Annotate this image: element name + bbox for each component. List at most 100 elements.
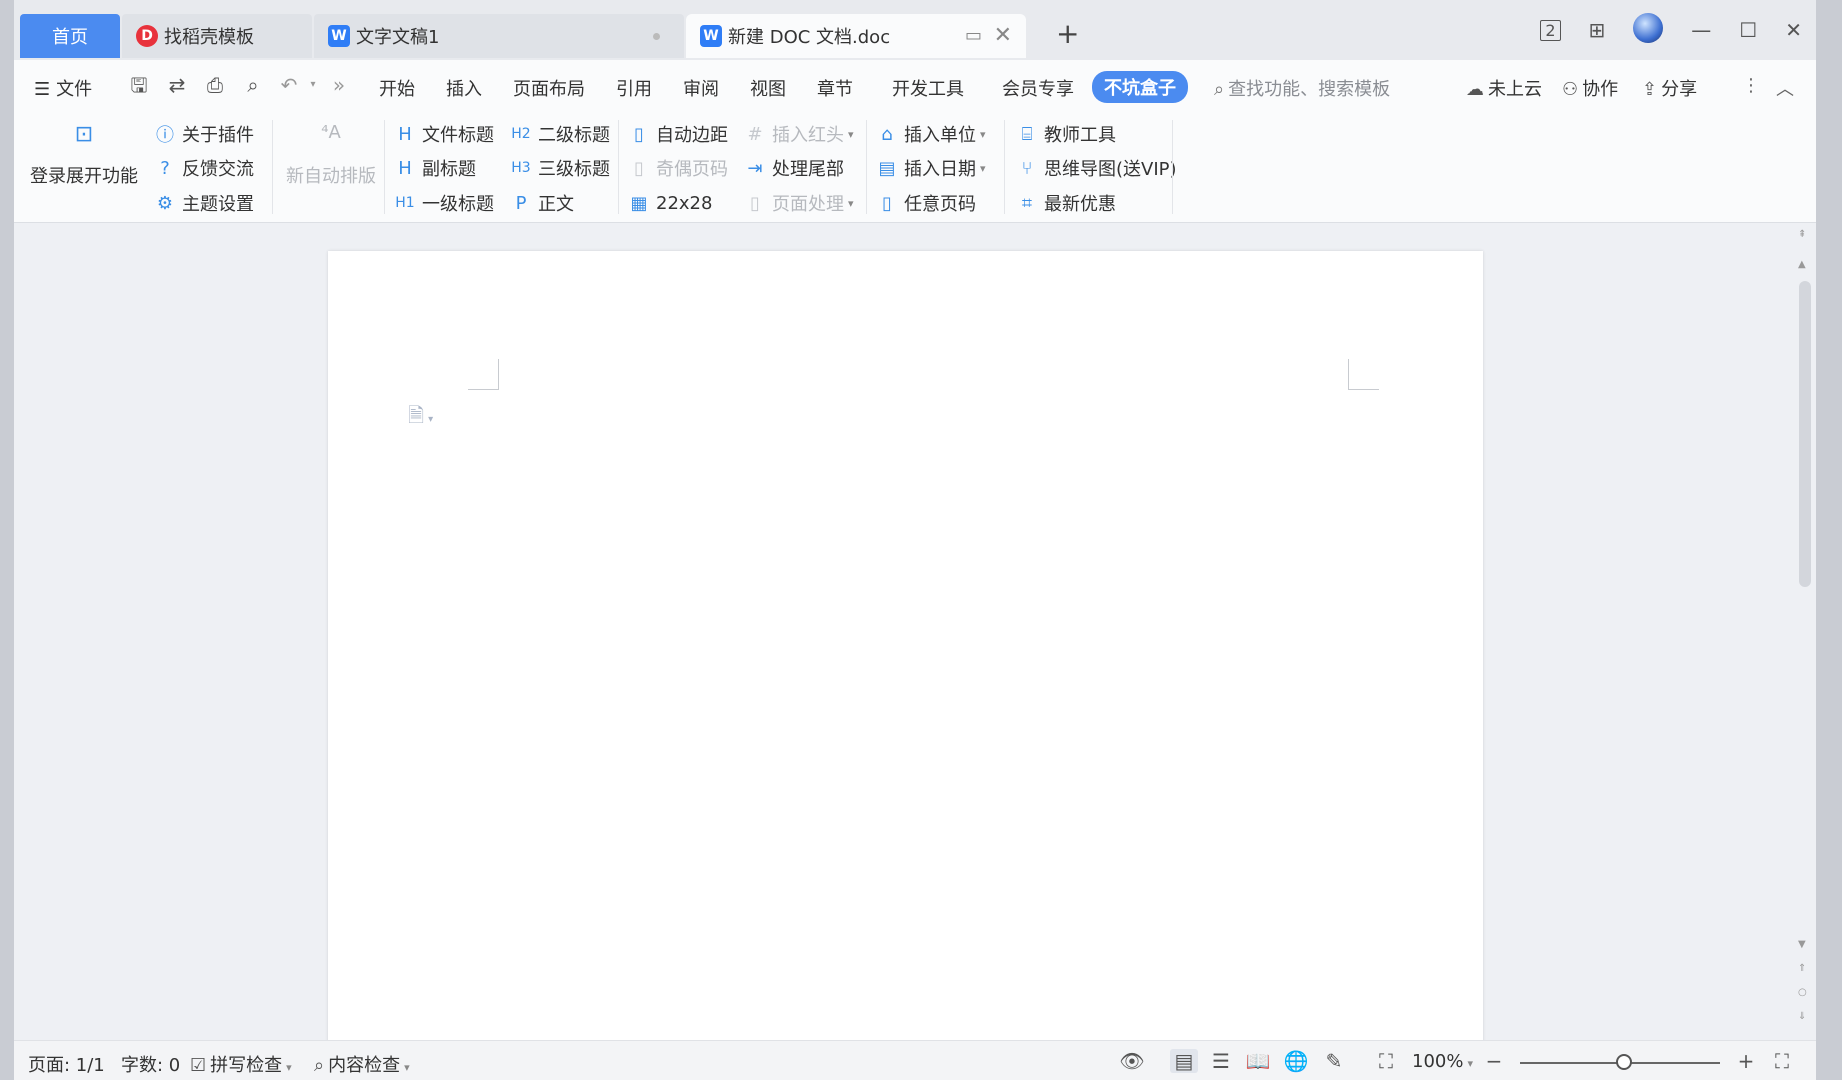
content-check-button[interactable]: ⌕ 内容检查 ▾ [314, 1051, 410, 1077]
tab-home[interactable]: 首页 [20, 14, 120, 58]
grid-22x28-button[interactable]: ▦ 22x28 [628, 190, 712, 216]
tab-home-label: 首页 [52, 27, 88, 48]
select-browse-icon[interactable]: ○ [1798, 987, 1807, 998]
tab-active-document[interactable]: W 新建 DOC 文档.doc ▭ ✕ [686, 14, 1026, 58]
prev-page-icon[interactable]: ⇑ [1798, 963, 1806, 974]
zoom-level-dropdown[interactable]: 100% ▾ [1412, 1051, 1473, 1072]
odd-even-page-label: 奇偶页码 [656, 159, 728, 180]
page-process-button[interactable]: ▯ 页面处理 ▾ [744, 190, 853, 216]
login-expand-label: 登录展开功能 [30, 166, 138, 187]
theme-settings-button[interactable]: ⚙ 主题设置 [154, 190, 254, 216]
print-preview-icon[interactable]: ⌕ [240, 72, 266, 98]
undo-dropdown-icon[interactable]: ▾ [300, 72, 326, 98]
odd-even-page-button[interactable]: ▯ 奇偶页码 [628, 155, 728, 181]
close-tab-icon[interactable]: ✕ [994, 23, 1012, 48]
about-plugin-button[interactable]: ⓘ 关于插件 [154, 121, 254, 147]
any-page-number-button[interactable]: ▯ 任意页码 [876, 190, 976, 216]
maximize-icon[interactable]: ☐ [1739, 18, 1757, 42]
file-menu-button[interactable]: ☰ 文件 [34, 75, 92, 101]
avatar[interactable] [1633, 12, 1664, 48]
page-indicator[interactable]: 页面: 1/1 [28, 1051, 105, 1077]
insert-date-button[interactable]: ▤ 插入日期 ▾ [876, 155, 985, 181]
zoom-out-icon[interactable]: − [1480, 1049, 1508, 1073]
auto-margin-button[interactable]: ▯ 自动边距 [628, 121, 728, 147]
wps-writer-icon: W [328, 25, 350, 47]
web-layout-icon[interactable]: 🌐 [1282, 1049, 1310, 1073]
login-expand-button[interactable]: ⊡ 登录展开功能 [29, 122, 139, 188]
menu-member[interactable]: 会员专享 [1002, 75, 1074, 101]
next-page-icon[interactable]: ⇓ [1798, 1011, 1806, 1022]
heading-3-button[interactable]: H3 三级标题 [510, 155, 610, 181]
collapse-ribbon-icon[interactable]: ︿ [1776, 75, 1794, 101]
search-box[interactable]: ⌕ 查找功能、搜索模板 [1214, 75, 1390, 101]
insert-unit-button[interactable]: ⌂ 插入单位 ▾ [876, 121, 985, 147]
heading-2-button[interactable]: H2 二级标题 [510, 121, 610, 147]
scroll-down-icon[interactable]: ▼ [1798, 939, 1806, 950]
body-text-button[interactable]: P 正文 [510, 190, 574, 216]
share-button[interactable]: ⇪ 分享 [1642, 75, 1697, 101]
paragraph-p-icon: P [515, 192, 527, 214]
document-icon: ▯ [634, 123, 644, 145]
reading-mode-icon[interactable]: 📖 [1244, 1049, 1272, 1073]
menu-start[interactable]: 开始 [379, 75, 415, 101]
menu-insert[interactable]: 插入 [446, 75, 482, 101]
margin-corner-marker [1348, 359, 1379, 390]
menu-page-layout[interactable]: 页面布局 [513, 75, 585, 101]
scroll-up-icon[interactable]: ▲ [1798, 259, 1806, 270]
writing-mode-icon[interactable]: ✎ [1320, 1049, 1348, 1073]
gear-icon: ⚙ [156, 192, 174, 214]
vertical-scrollbar[interactable]: ⇞ ▲ ▼ ⇑ ○ ⇓ [1794, 223, 1816, 1040]
fullscreen-icon[interactable]: ⛶ [1768, 1049, 1796, 1073]
word-count[interactable]: 字数: 0 [121, 1051, 180, 1077]
menu-view[interactable]: 视图 [750, 75, 786, 101]
collaborate-icon: ⚇ [1562, 79, 1579, 100]
tab-docer-templates[interactable]: D 找稻壳模板 [122, 14, 312, 58]
collaborate-label: 协作 [1582, 79, 1619, 100]
feedback-button[interactable]: ? 反馈交流 [154, 155, 254, 181]
scrollbar-thumb[interactable] [1799, 281, 1811, 587]
pin-window-icon[interactable]: ▭ [965, 25, 982, 46]
file-title-button[interactable]: H 文件标题 [394, 121, 494, 147]
undo-icon[interactable]: ↶ [276, 72, 302, 98]
minimize-icon[interactable]: — [1691, 18, 1711, 42]
latest-offer-button[interactable]: ⌗ 最新优惠 [1016, 190, 1116, 216]
more-quick-icon[interactable]: » [326, 72, 352, 98]
insert-date-label: 插入日期 [904, 159, 976, 180]
teacher-tools-button[interactable]: ⌸ 教师工具 [1016, 121, 1116, 147]
cloud-button[interactable]: ☁ 未上云 [1466, 75, 1542, 101]
mindmap-button[interactable]: ⑂ 思维导图(送VIP) [1016, 155, 1177, 181]
auto-layout-button[interactable]: ⁴A 新自动排版 [276, 122, 386, 188]
print-icon[interactable]: ⎙ [202, 72, 228, 98]
insert-redhead-button[interactable]: # 插入红头 ▾ [744, 121, 853, 147]
menu-references[interactable]: 引用 [616, 75, 652, 101]
export-pdf-icon[interactable]: ⇄ [164, 72, 190, 98]
subtitle-button[interactable]: H 副标题 [394, 155, 476, 181]
document-page[interactable]: 🗎 ▾ [328, 251, 1483, 1051]
paragraph-menu-icon[interactable]: 🗎 ▾ [408, 401, 433, 435]
menu-developer[interactable]: 开发工具 [892, 75, 964, 101]
zoom-level-label: 100% [1412, 1051, 1464, 1072]
heading-1-button[interactable]: H1 一级标题 [394, 190, 494, 216]
save-icon[interactable]: 🖫 [126, 72, 152, 98]
menu-chapter[interactable]: 章节 [817, 75, 853, 101]
more-menu-icon[interactable]: ⋮ [1742, 75, 1760, 96]
zoom-in-icon[interactable]: + [1732, 1049, 1760, 1073]
zoom-slider-knob[interactable] [1616, 1054, 1632, 1070]
menu-bukeng-box[interactable]: 不坑盒子 [1092, 71, 1188, 103]
tab-active-label: 新建 DOC 文档.doc [728, 27, 891, 48]
spell-check-button[interactable]: ☑ 拼写检查 ▾ [190, 1051, 292, 1077]
outline-view-icon[interactable]: ☰ [1207, 1049, 1235, 1073]
eye-protection-icon[interactable]: 👁 [1118, 1049, 1146, 1073]
scroll-top-icon[interactable]: ⇞ [1798, 229, 1806, 240]
collaborate-button[interactable]: ⚇ 协作 [1562, 75, 1618, 101]
menu-review[interactable]: 审阅 [683, 75, 719, 101]
tab-document-1[interactable]: W 文字文稿1 [314, 14, 684, 58]
arrow-to-end-icon: ⇥ [747, 157, 763, 179]
page-view-icon[interactable]: ▤ [1170, 1049, 1198, 1073]
close-window-icon[interactable]: ✕ [1785, 18, 1802, 42]
apps-grid-icon[interactable]: ⊞ [1589, 18, 1606, 42]
fit-page-icon[interactable]: ⛶ [1372, 1049, 1400, 1073]
process-tail-button[interactable]: ⇥ 处理尾部 [744, 155, 844, 181]
new-tab-button[interactable]: + [1056, 20, 1079, 48]
multi-window-icon[interactable]: 2 [1540, 19, 1561, 41]
